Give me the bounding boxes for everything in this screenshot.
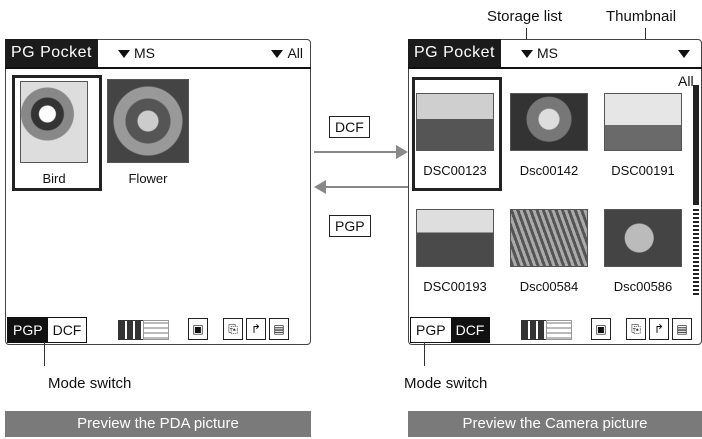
landscape-image — [416, 209, 494, 267]
dropdown-triangle-icon — [678, 50, 690, 59]
pda-preview-screen: PG Pocket MS All Bird Flower PGP DCF ▣ ⎘… — [5, 39, 311, 345]
grid-view-icon[interactable] — [118, 320, 144, 340]
trash-icon[interactable]: ▤ — [269, 318, 289, 340]
left-arrow-head — [314, 180, 326, 194]
mode-switch[interactable]: PGP DCF — [410, 317, 491, 343]
thumbnail-grass[interactable]: Dsc00584 — [506, 209, 592, 294]
thumbnail-callout: Thumbnail — [606, 8, 677, 25]
photo-icon[interactable]: ▣ — [188, 318, 208, 340]
filter-value: All — [287, 45, 303, 61]
filter-dropdown[interactable]: All — [678, 39, 702, 89]
bird-image — [20, 81, 88, 163]
thumbnail-caption: Dsc00586 — [613, 279, 673, 294]
mode-pgp-button[interactable]: PGP — [411, 318, 451, 342]
app-name: PG Pocket — [408, 39, 501, 67]
thumbnail-landscape[interactable]: DSC00193 — [412, 209, 498, 294]
storage-list-callout: Storage list — [487, 8, 563, 25]
thumbnail-caption: DSC00123 — [423, 163, 487, 178]
tree-image — [604, 93, 682, 151]
thumbnail-leaves[interactable]: Dsc00586 — [600, 209, 686, 294]
bottom-toolbar: PGP DCF ▣ ⎘ ↱ ▤ — [5, 317, 311, 343]
app-name: PG Pocket — [5, 39, 98, 67]
bottom-toolbar: PGP DCF ▣ ⎘ ↱ ▤ — [408, 317, 702, 343]
right-arrow-head — [396, 145, 408, 159]
filter-dropdown[interactable]: All — [271, 39, 303, 67]
thumbnail-caption: Bird — [42, 171, 66, 186]
export-icon[interactable]: ↱ — [649, 318, 669, 340]
pgp-tag: PGP — [329, 215, 371, 237]
thumbnail-tree[interactable]: DSC00191 — [600, 93, 686, 178]
thumbnail-flower[interactable]: Flower — [105, 79, 191, 186]
scrollbar[interactable] — [693, 85, 699, 205]
list-view-icon[interactable] — [546, 320, 572, 340]
mode-dcf-button[interactable]: DCF — [48, 318, 87, 342]
camera-preview-banner: Preview the Camera picture — [408, 411, 702, 437]
mode-pgp-button[interactable]: PGP — [8, 318, 48, 342]
thumbnail-bird[interactable]: Bird — [11, 81, 97, 186]
right-arrow — [314, 151, 398, 153]
mode-switch-callout-right: Mode switch — [404, 375, 488, 392]
storage-dropdown[interactable]: MS — [521, 39, 558, 67]
flower-image — [107, 79, 189, 163]
dcf-tag: DCF — [329, 116, 370, 138]
camera-preview-screen: PG Pocket MS All DSC00123 Dsc00142 DSC00… — [408, 39, 702, 345]
export-icon[interactable]: ↱ — [246, 318, 266, 340]
trash-icon[interactable]: ▤ — [672, 318, 692, 340]
title-bar: PG Pocket MS All — [408, 39, 702, 89]
left-arrow — [326, 186, 410, 188]
thumbnail-caption: Dsc00142 — [519, 163, 579, 178]
pda-preview-banner: Preview the PDA picture — [5, 411, 311, 437]
thumbnail-caption: Dsc00584 — [519, 279, 579, 294]
thumbnail-flower[interactable]: Dsc00142 — [506, 93, 592, 178]
dropdown-triangle-icon — [118, 50, 130, 59]
mode-dcf-button[interactable]: DCF — [450, 318, 490, 342]
storage-value: MS — [537, 45, 558, 61]
scrollbar-track[interactable] — [693, 209, 699, 295]
dropdown-triangle-icon — [521, 50, 533, 59]
flower-image — [510, 93, 588, 151]
road-image — [416, 93, 494, 151]
mode-switch-pointer-right — [424, 342, 425, 366]
thumbnail-caption: DSC00191 — [611, 163, 675, 178]
thumbnail-road[interactable]: DSC00123 — [412, 93, 498, 178]
dropdown-triangle-icon — [271, 50, 284, 59]
title-bar: PG Pocket MS All — [5, 39, 311, 69]
storage-dropdown[interactable]: MS — [118, 39, 155, 67]
filter-value: All — [678, 73, 694, 89]
grass-image — [510, 209, 588, 267]
thumbnail-caption: DSC00193 — [423, 279, 487, 294]
storage-value: MS — [134, 45, 155, 61]
copy-icon[interactable]: ⎘ — [626, 318, 646, 340]
list-view-icon[interactable] — [143, 320, 169, 340]
thumbnail-caption: Flower — [128, 171, 168, 186]
copy-icon[interactable]: ⎘ — [223, 318, 243, 340]
mode-switch-pointer-left — [44, 342, 45, 366]
mode-switch-callout-left: Mode switch — [48, 375, 132, 392]
leaves-image — [604, 209, 682, 267]
photo-icon[interactable]: ▣ — [591, 318, 611, 340]
mode-switch[interactable]: PGP DCF — [7, 317, 88, 343]
grid-view-icon[interactable] — [521, 320, 547, 340]
